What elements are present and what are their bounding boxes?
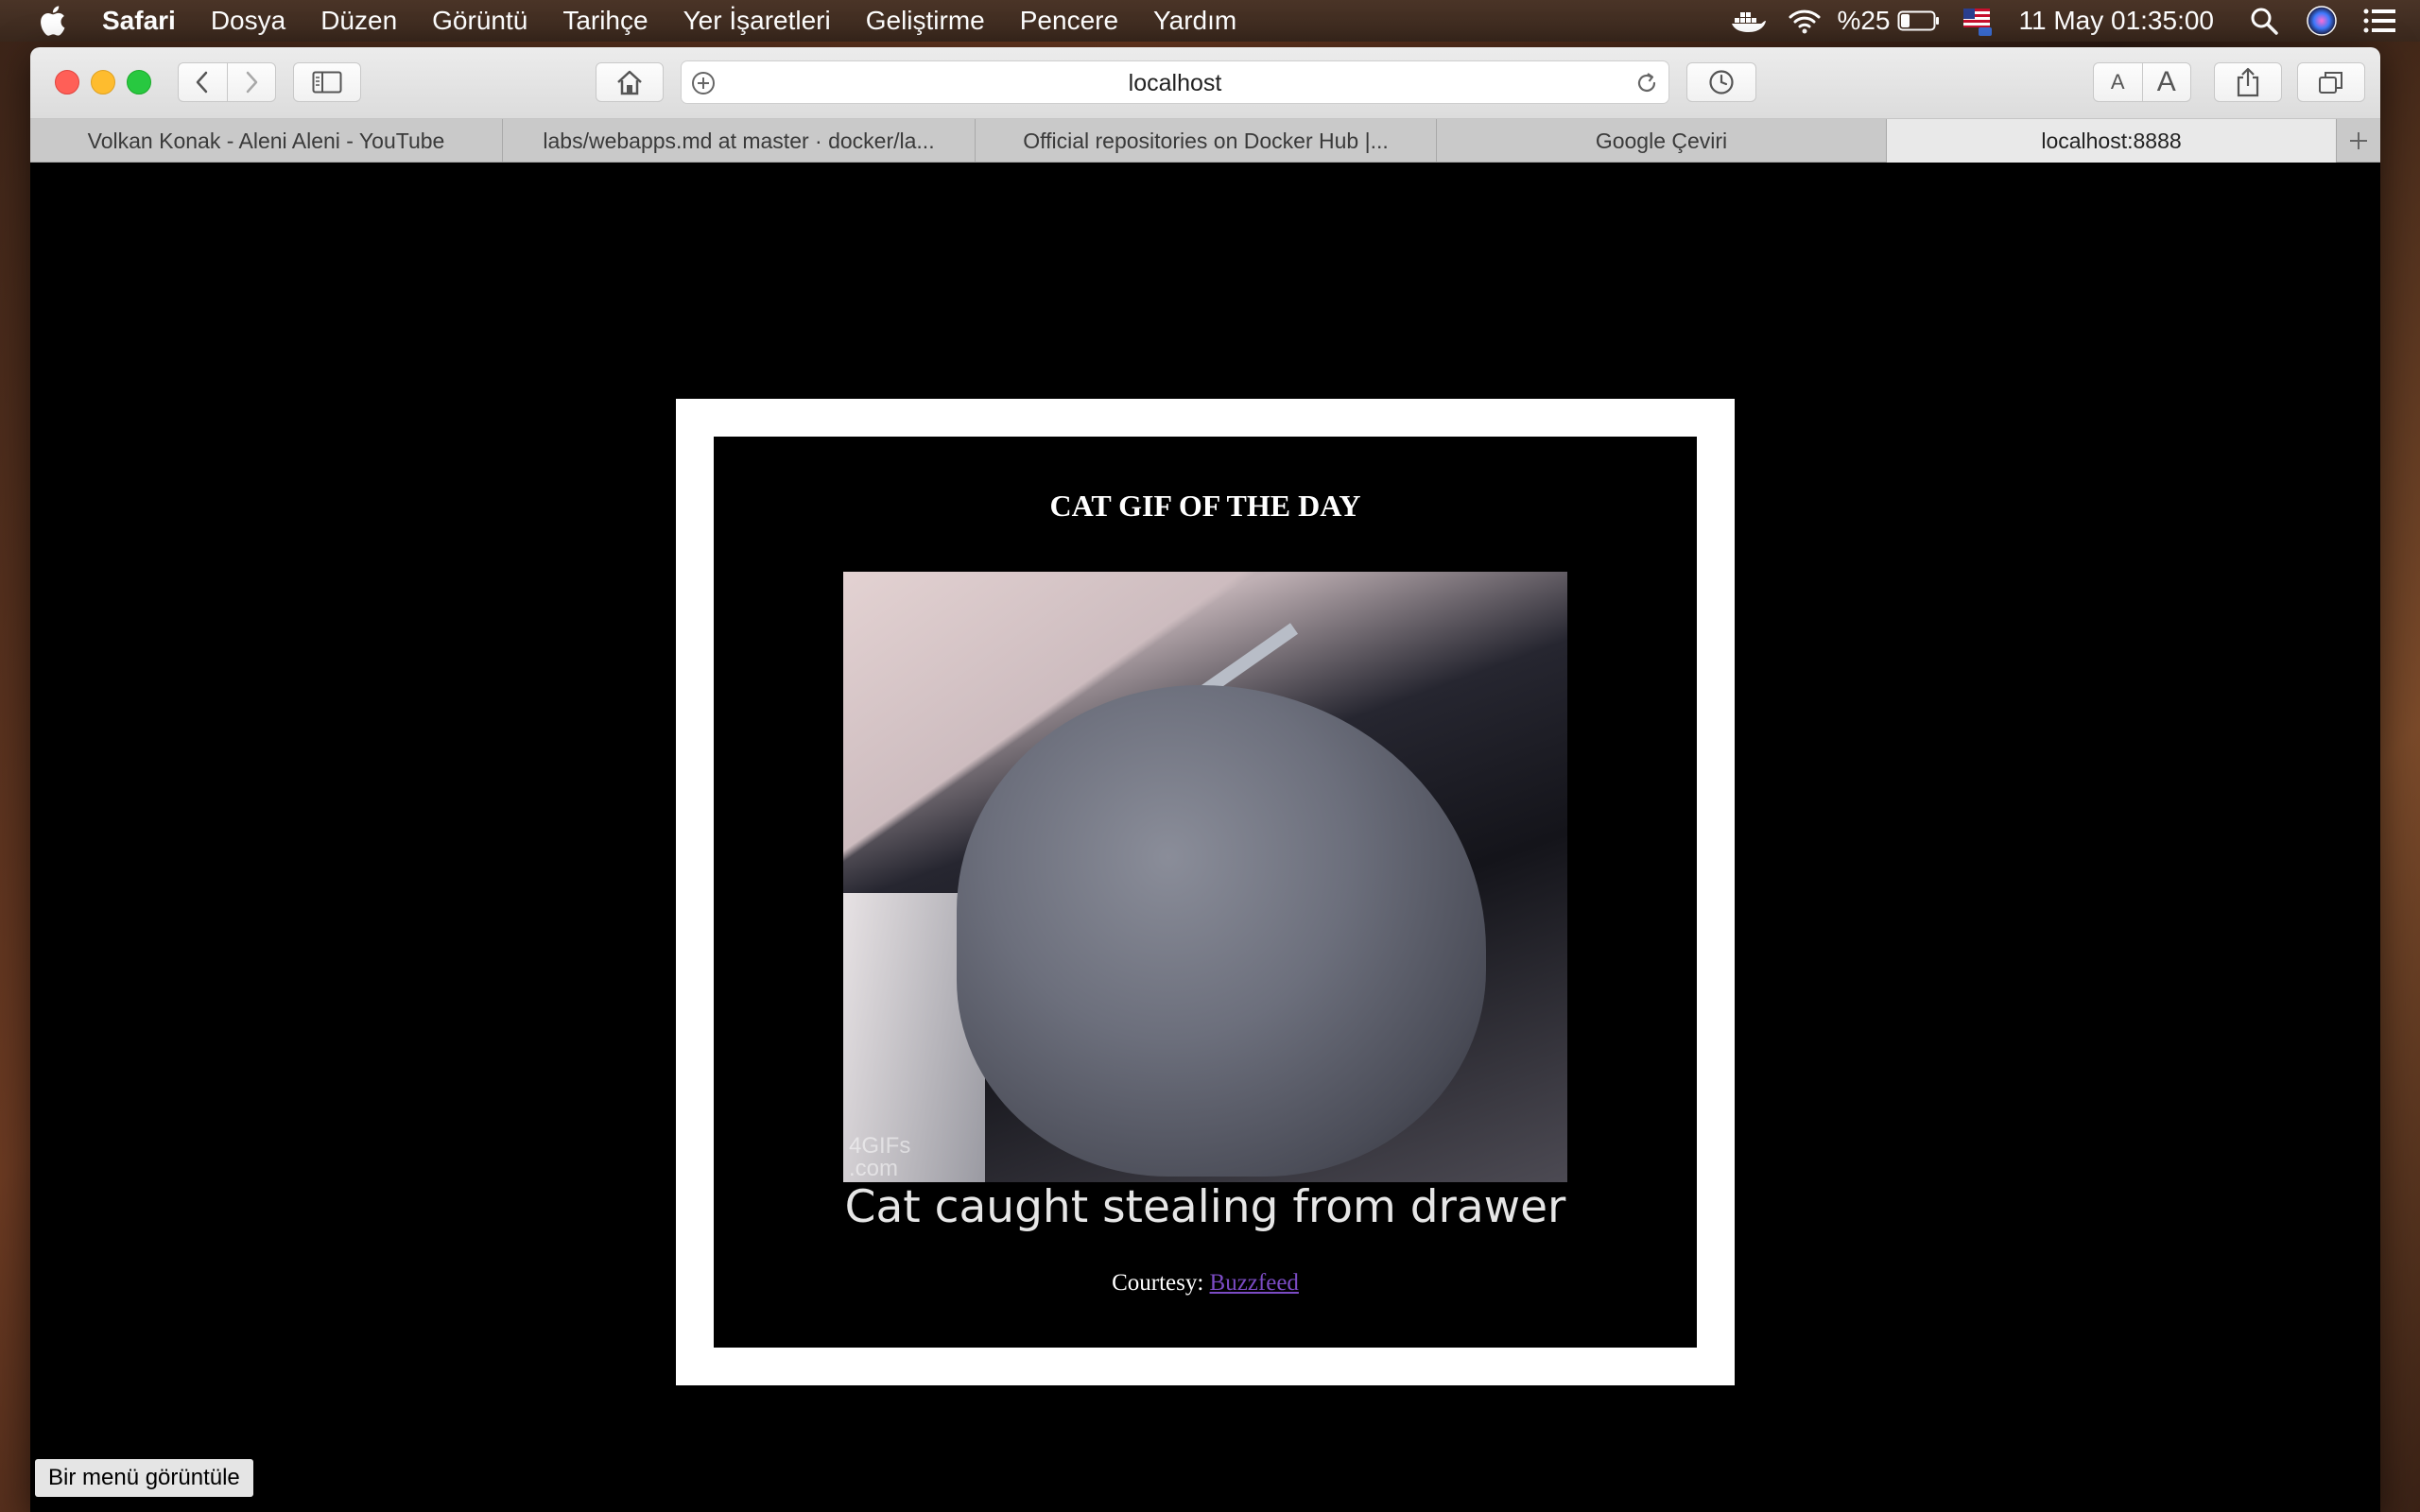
history-icon [1709,70,1734,94]
web-content: CAT GIF OF THE DAY 4GIFs .com Cat caught… [30,163,2380,1512]
font-size-buttons: A A [2093,62,2191,102]
forward-button[interactable] [226,63,276,101]
menu-bar: Safari Dosya Düzen Görüntü Tarihçe Yer İ… [0,0,2420,42]
menu-window[interactable]: Pencere [1020,6,1118,36]
menu-file[interactable]: Dosya [211,6,285,36]
gif-watermark: 4GIFs .com [849,1133,911,1181]
new-tab-button[interactable] [2337,119,2380,163]
notification-list-icon[interactable] [2363,9,2395,33]
apple-icon[interactable] [38,5,66,37]
home-button[interactable] [596,62,664,102]
tab-localhost[interactable]: localhost:8888 [1887,119,2337,163]
menu-app-safari[interactable]: Safari [102,6,176,36]
share-button[interactable] [2214,62,2282,102]
menu-bookmarks[interactable]: Yer İşaretleri [683,6,831,36]
share-icon [2237,67,2259,97]
tab-google-translate[interactable]: Google Çeviri [1437,119,1887,163]
address-url: localhost [1128,70,1222,96]
close-window-button[interactable] [55,70,79,94]
safari-window: localhost A A Volkan Konak - Aleni Aleni… [30,47,2380,1512]
gif-frame: CAT GIF OF THE DAY 4GIFs .com Cat caught… [676,399,1735,1385]
font-larger-button[interactable]: A [2141,63,2191,101]
gif-panel: CAT GIF OF THE DAY 4GIFs .com Cat caught… [714,437,1697,1348]
tab-docker-hub[interactable]: Official repositories on Docker Hub |... [976,119,1437,163]
courtesy-line: Courtesy: Buzzfeed [1112,1270,1299,1296]
sidebar-button[interactable] [293,62,361,102]
toolbar: localhost A A [30,47,2380,119]
docker-icon[interactable] [1731,9,1767,33]
siri-icon[interactable] [2307,6,2337,36]
menu-history[interactable]: Tarihçe [562,6,648,36]
address-bar[interactable]: localhost [681,60,1669,104]
back-button[interactable] [179,63,227,101]
history-button[interactable] [1686,62,1756,102]
zoom-window-button[interactable] [127,70,151,94]
search-icon[interactable] [2250,7,2278,35]
reload-icon[interactable] [1634,71,1659,100]
tabs-icon [2319,72,2342,94]
tab-bar: Volkan Konak - Aleni Aleni - YouTube lab… [30,119,2380,163]
menu-help[interactable]: Yardım [1153,6,1236,36]
cat-gif-image: 4GIFs .com [843,572,1567,1182]
buzzfeed-link[interactable]: Buzzfeed [1210,1270,1299,1296]
menu-edit[interactable]: Düzen [320,6,397,36]
page-title: CAT GIF OF THE DAY [1049,489,1361,523]
tab-youtube[interactable]: Volkan Konak - Aleni Aleni - YouTube [30,119,503,163]
sidebar-icon [312,71,342,94]
wifi-icon[interactable] [1788,8,1822,34]
minimize-window-button[interactable] [91,70,115,94]
nav-buttons [178,62,276,102]
status-bar-text: Bir menü görüntüle [35,1459,253,1497]
tabs-overview-button[interactable] [2297,62,2365,102]
font-smaller-button[interactable]: A [2094,63,2142,101]
battery-percentage: %25 [1837,6,1891,35]
menu-develop[interactable]: Geliştirme [866,6,985,36]
menu-view[interactable]: Görüntü [432,6,527,36]
home-icon [617,70,642,95]
gif-caption: Cat caught stealing from drawer [844,1181,1566,1233]
tab-github-labs[interactable]: labs/webapps.md at master · docker/la... [503,119,976,163]
flag-icon[interactable] [1962,5,1994,37]
plus-icon [2350,132,2367,149]
clock[interactable]: 11 May 01:35:00 [2018,6,2214,36]
forward-icon [246,71,257,94]
battery-icon[interactable] [1897,9,1941,32]
back-icon [197,71,208,94]
